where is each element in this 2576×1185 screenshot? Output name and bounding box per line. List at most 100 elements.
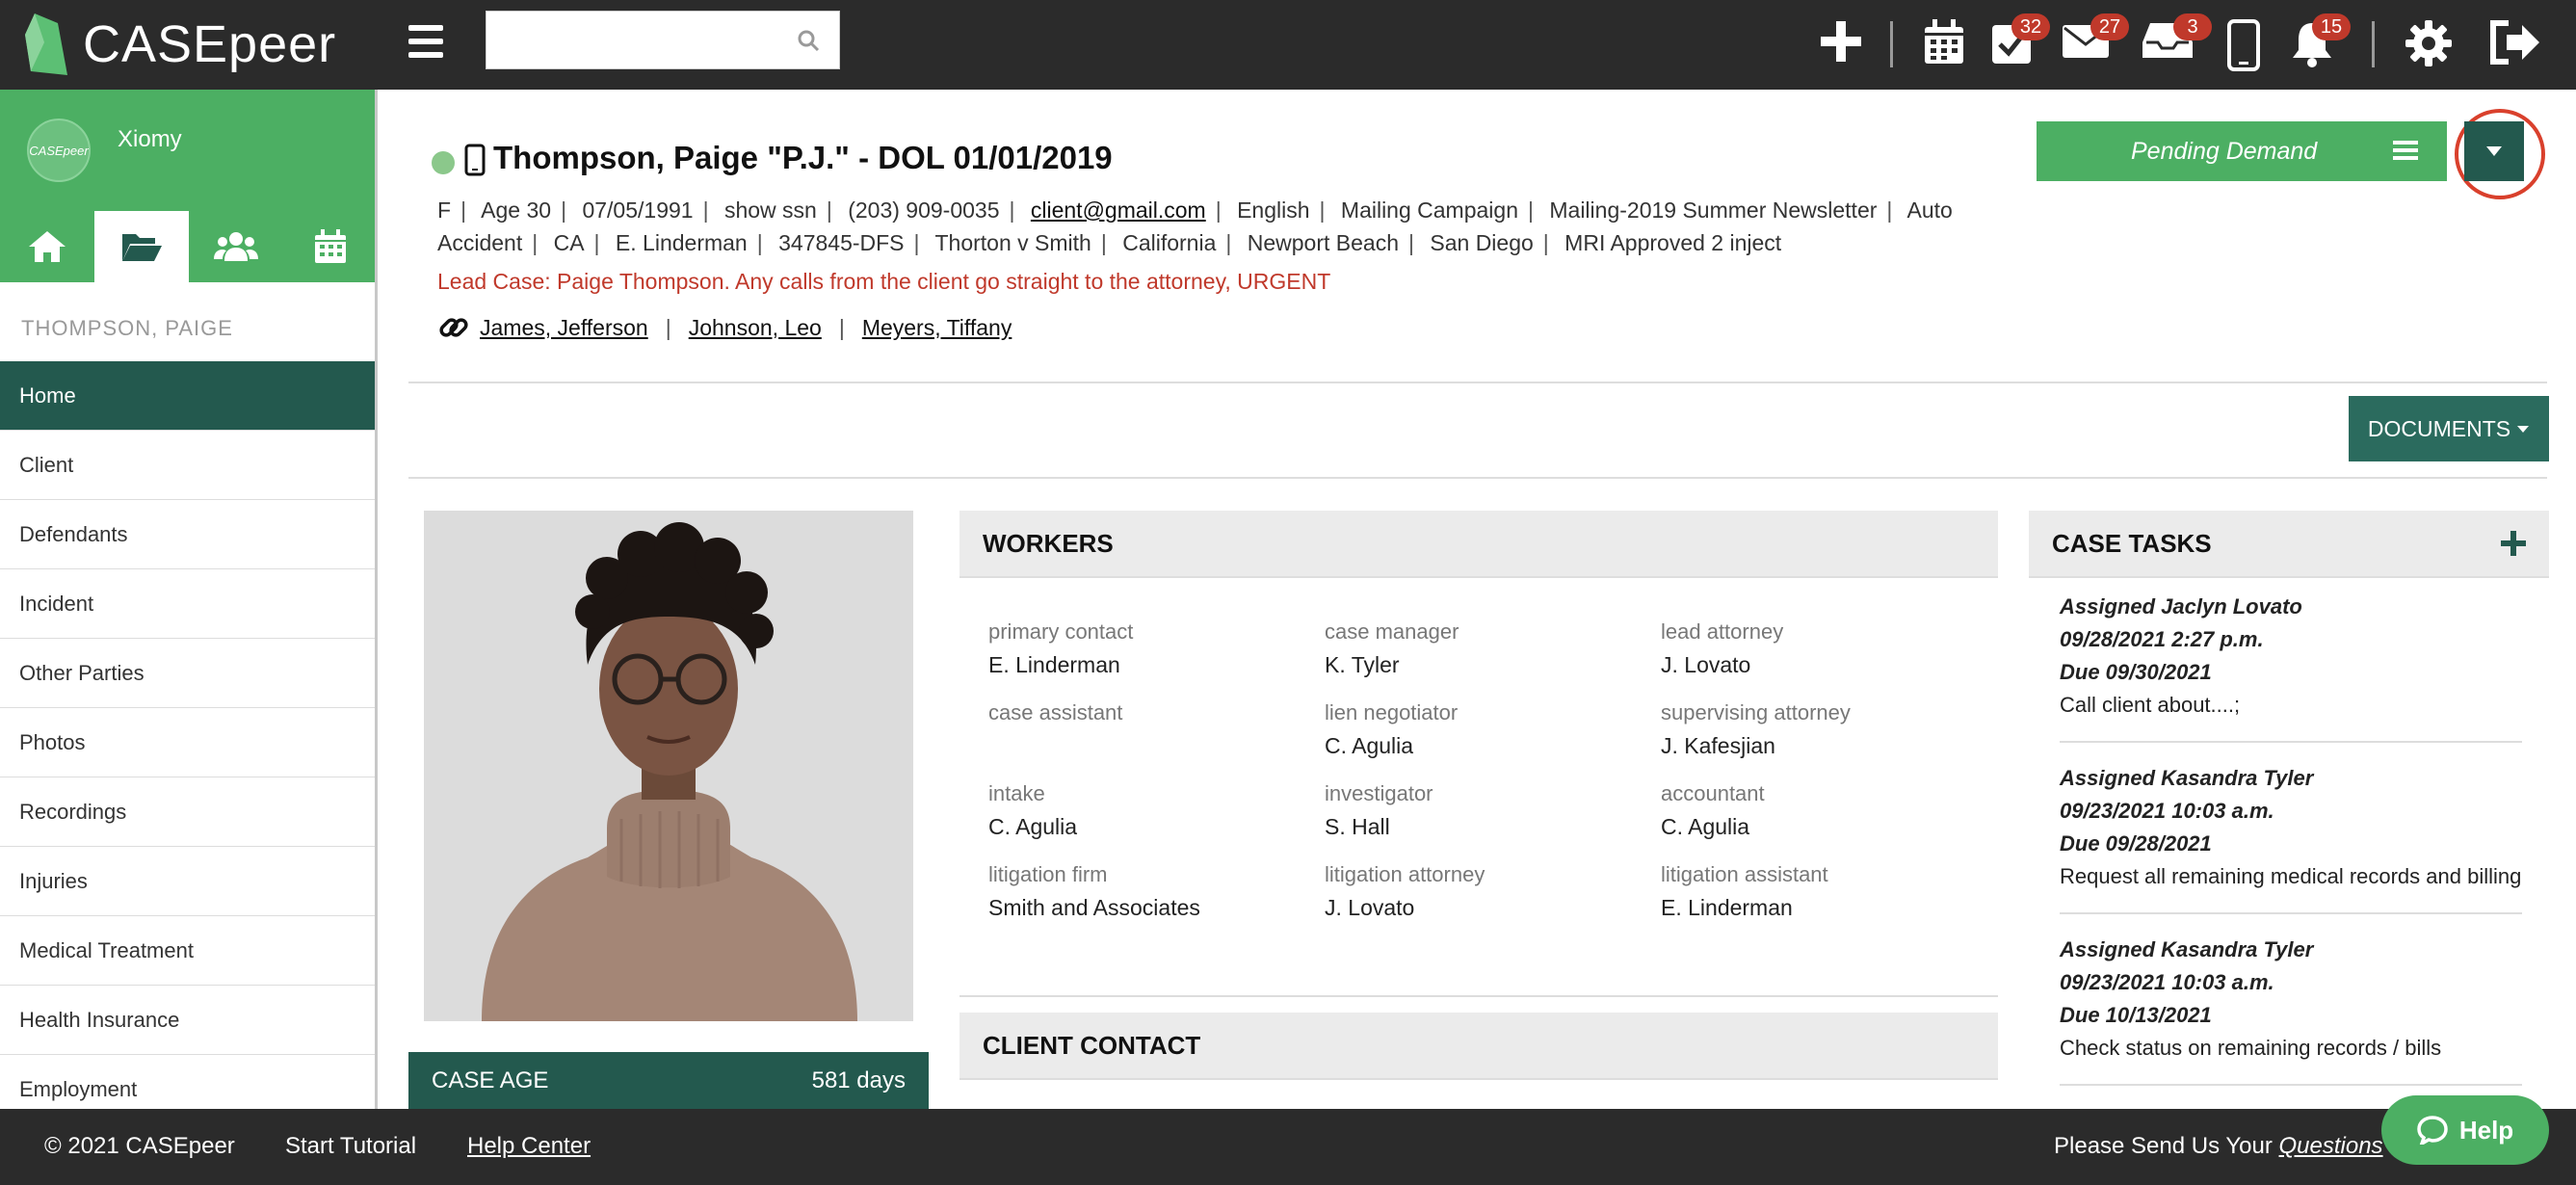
related-case-link[interactable]: James, Jefferson [480,315,648,341]
worker-name: C. Agulia [988,814,1078,839]
task-item[interactable]: Assigned Kasandra Tyler 09/23/2021 10:03… [2060,762,2522,914]
worker-role: lead attorney [1661,619,1784,644]
documents-label: DOCUMENTS [2367,415,2511,441]
left-sidebar: CASEpeer Xiomy THOMPSON, PAIGE Home Clie… [0,90,378,1109]
worker-role: litigation attorney [1325,862,1485,886]
worker-name: E. Linderman [1661,895,1793,920]
related-case-link[interactable]: Johnson, Leo [689,315,822,341]
sidebar-nav: Home Client Defendants Incident Other Pa… [0,361,375,1109]
sidebar-case-name: THOMPSON, PAIGE [21,316,233,340]
case-actions-dropdown-button[interactable] [2464,121,2524,181]
worker-name: Smith and Associates [988,895,1200,920]
meta-claim-number: 347845-DFS [778,230,905,255]
tasks-button[interactable]: 32 [1990,13,2054,75]
help-center-link[interactable]: Help Center [467,1133,591,1160]
case-status-button[interactable]: Pending Demand [2037,121,2447,181]
meta-referral: Mailing Campaign [1340,198,1518,223]
sidebar-case-button[interactable] [94,211,189,282]
worker-role: supervising attorney [1661,700,1851,724]
task-assigned: Assigned Kasandra Tyler [2060,937,2314,961]
case-meta-line: F | Age 30 | 07/05/1991 | show ssn | (203) 9… [437,198,1953,255]
avatar[interactable]: CASEpeer [27,118,91,182]
worker-role: intake [988,781,1045,805]
user-name[interactable]: Xiomy [118,126,182,153]
toolbar-divider [1890,21,1893,67]
case-age-bar: CASE AGE 581 days [408,1052,929,1109]
chat-bubble-icon [2417,1116,2448,1145]
case-tasks-list: Assigned Jaclyn Lovato 09/28/2021 2:27 p… [2060,591,2522,1105]
worker-field: litigation firm Smith and Associates [988,862,1325,930]
meta-jurisdiction: California [1122,230,1217,255]
notifications-button[interactable]: 15 [2289,13,2353,75]
search-input[interactable] [486,12,785,68]
task-due: Due 09/28/2021 [2060,831,2212,856]
main-menu-toggle[interactable] [408,25,443,58]
calendar-button[interactable] [1923,13,1986,75]
meta-county: San Diego [1430,230,1534,255]
worker-name: C. Agulia [1325,733,1414,758]
main-content: Thompson, Paige "P.J." - DOL 01/01/2019 … [378,90,2576,1109]
start-tutorial-link[interactable]: Start Tutorial [285,1133,416,1160]
task-date: 09/23/2021 10:03 a.m. [2060,799,2274,823]
sidebar-item-photos[interactable]: Photos [0,708,375,777]
sidebar-item-home[interactable]: Home [0,361,375,431]
case-tasks-panel-header: CASE TASKS [2029,511,2549,578]
caret-down-icon [2486,146,2502,156]
worker-name: J. Lovato [1661,652,1751,677]
worker-field: accountant C. Agulia [1661,781,1997,849]
worker-name: J. Kafesjian [1661,733,1775,758]
task-item[interactable]: Assigned Jaclyn Lovato 09/28/2021 2:27 p… [2060,591,2522,743]
search-icon[interactable] [797,29,820,52]
worker-role: litigation assistant [1661,862,1828,886]
task-assigned: Assigned Kasandra Tyler [2060,766,2314,790]
add-task-plus-icon[interactable] [2501,531,2526,556]
task-item[interactable]: Assigned Kasandra Tyler 09/23/2021 10:03… [2060,934,2522,1086]
logout-button[interactable] [2487,13,2551,75]
feedback-link[interactable]: Questions [2279,1133,2383,1159]
sidebar-home-button[interactable] [0,211,94,282]
lead-case-note: Lead Case: Paige Thompson. Any calls fro… [437,269,1331,294]
sidebar-item-defendants[interactable]: Defendants [0,500,375,569]
help-chat-button[interactable]: Help [2381,1095,2549,1165]
task-date: 09/23/2021 10:03 a.m. [2060,970,2274,994]
meta-city: Newport Beach [1247,230,1399,255]
messages-button[interactable]: 27 [2062,13,2129,75]
sidebar-item-other-parties[interactable]: Other Parties [0,639,375,708]
sidebar-contacts-button[interactable] [189,211,283,282]
add-new-button[interactable] [1819,13,1882,75]
worker-role: investigator [1325,781,1433,805]
mobile-button[interactable] [2227,13,2291,75]
meta-phone: (203) 909-0035 [848,198,1000,223]
meta-campaign: Mailing-2019 Summer Newsletter [1549,198,1878,223]
worker-role: case manager [1325,619,1459,644]
settings-button[interactable] [2405,13,2468,75]
documents-dropdown-button[interactable]: DOCUMENTS [2349,396,2549,461]
case-age-value: 581 days [811,1067,906,1093]
sidebar-calendar-button[interactable] [283,211,375,282]
client-email-link[interactable]: client@gmail.com [1031,198,1206,223]
inbox-button[interactable]: 3 [2141,13,2212,75]
plus-icon [1821,21,1861,62]
sidebar-item-employment[interactable]: Employment [0,1055,375,1109]
logo[interactable]: CASEpeer [25,8,336,81]
meta-state: CA [553,230,585,255]
workers-panel-header: WORKERS [959,511,1998,578]
case-age-label: CASE AGE [432,1067,549,1093]
sidebar-item-incident[interactable]: Incident [0,569,375,639]
workers-title: WORKERS [983,528,1114,558]
sidebar-item-injuries[interactable]: Injuries [0,847,375,916]
gear-icon [2405,20,2452,66]
sidebar-item-medical-treatment[interactable]: Medical Treatment [0,916,375,986]
sidebar-item-client[interactable]: Client [0,431,375,500]
case-status-dot [432,151,455,174]
sidebar-item-health-insurance[interactable]: Health Insurance [0,986,375,1055]
menu-lines-icon [2393,141,2418,160]
worker-name: C. Agulia [1661,814,1750,839]
client-photo[interactable] [424,511,913,1021]
sidebar-item-recordings[interactable]: Recordings [0,777,375,847]
related-case-link[interactable]: Meyers, Tiffany [862,315,1012,341]
worker-name: E. Linderman [988,652,1120,677]
worker-name: J. Lovato [1325,895,1415,920]
footer: © 2021 CASEpeer Start Tutorial Help Cent… [0,1109,2576,1185]
show-ssn-link[interactable]: show ssn [724,198,817,223]
